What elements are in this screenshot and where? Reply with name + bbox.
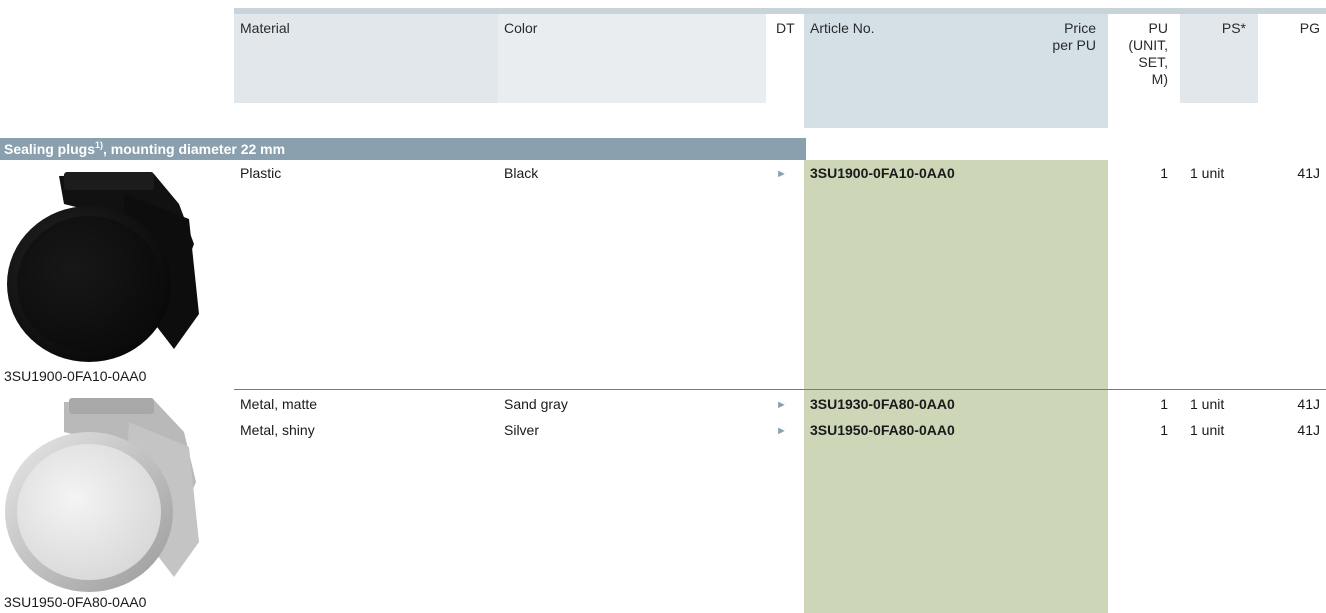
product-image-caption: 3SU1900-0FA10-0AA0 bbox=[4, 368, 147, 384]
section-footnote: 1) bbox=[95, 140, 104, 150]
header-material: Material bbox=[240, 20, 290, 36]
header-pu-line4: M) bbox=[1151, 71, 1168, 87]
row-pg: 41J bbox=[1297, 396, 1320, 412]
row-ps: 1 unit bbox=[1190, 422, 1225, 438]
silver-sealing-plug-image bbox=[5, 398, 199, 592]
row-article-no: 3SU1900-0FA10-0AA0 bbox=[810, 165, 955, 181]
header-pu: PU (UNIT, SET, M) bbox=[1100, 20, 1168, 88]
header-article-no: Article No. bbox=[810, 20, 875, 36]
row-material: Metal, matte bbox=[240, 396, 318, 412]
group-divider bbox=[234, 389, 1326, 390]
article-column-bg bbox=[804, 160, 1108, 613]
section-title-bar: Sealing plugs1), mounting diameter 22 mm bbox=[0, 138, 806, 160]
row-pu: 1 bbox=[1160, 396, 1168, 412]
black-sealing-plug-image bbox=[7, 172, 199, 362]
section-title-part2: , mounting diameter 22 mm bbox=[103, 141, 286, 157]
header-color-bg bbox=[498, 14, 766, 103]
dt-arrow-icon: ► bbox=[776, 425, 787, 437]
header-dt: DT bbox=[776, 20, 795, 36]
dt-arrow-icon: ► bbox=[776, 168, 787, 180]
row-pu: 1 bbox=[1160, 422, 1168, 438]
header-pu-line2: (UNIT, bbox=[1128, 37, 1168, 53]
row-color: Sand gray bbox=[504, 396, 568, 412]
header-price: Price per PU bbox=[1000, 20, 1096, 54]
row-article-no: 3SU1930-0FA80-0AA0 bbox=[810, 396, 955, 412]
row-material: Metal, shiny bbox=[240, 422, 315, 438]
header-pg: PG bbox=[1299, 20, 1320, 36]
row-article-no: 3SU1950-0FA80-0AA0 bbox=[810, 422, 955, 438]
header-price-line1: Price bbox=[1064, 20, 1096, 36]
row-pg: 41J bbox=[1297, 422, 1320, 438]
product-image-silver-sealing-plug bbox=[4, 392, 204, 592]
row-ps: 1 unit bbox=[1190, 165, 1225, 181]
row-color: Black bbox=[504, 165, 539, 181]
section-title-part1: Sealing plugs bbox=[4, 141, 96, 157]
header-pu-line1: PU bbox=[1148, 20, 1168, 36]
row-material: Plastic bbox=[240, 165, 282, 181]
row-pu: 1 bbox=[1160, 165, 1168, 181]
product-image-caption: 3SU1950-0FA80-0AA0 bbox=[4, 594, 147, 610]
product-image-black-sealing-plug bbox=[4, 164, 204, 364]
dt-arrow-icon: ► bbox=[776, 399, 787, 411]
header-price-line2: per PU bbox=[1052, 37, 1096, 53]
header-pu-line3: SET, bbox=[1138, 54, 1168, 70]
row-color: Silver bbox=[504, 422, 540, 438]
row-pg: 41J bbox=[1297, 165, 1320, 181]
header-ps: PS* bbox=[1221, 20, 1246, 36]
row-ps: 1 unit bbox=[1190, 396, 1225, 412]
header-color: Color bbox=[504, 20, 538, 36]
